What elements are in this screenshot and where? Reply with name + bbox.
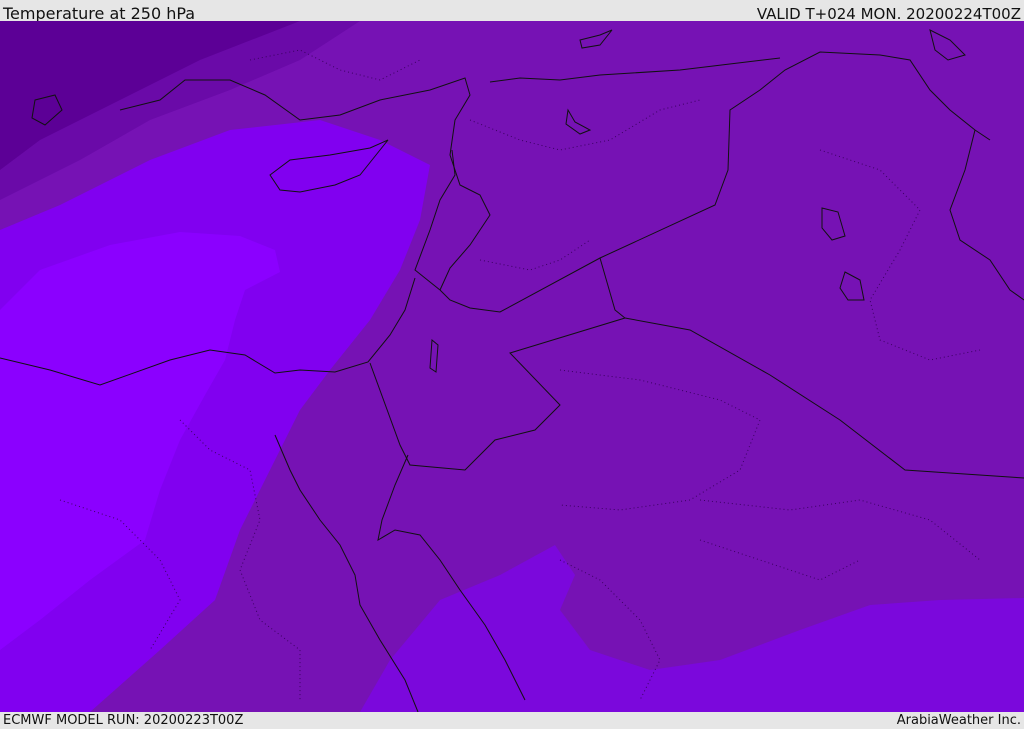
- footer-bar: ECMWF MODEL RUN: 20200223T00Z ArabiaWeat…: [0, 712, 1024, 729]
- credit: ArabiaWeather Inc.: [896, 713, 1021, 728]
- header-bar: Temperature at 250 hPa VALID T+024 MON. …: [0, 0, 1024, 23]
- temperature-map: [0, 21, 1024, 712]
- model-run: ECMWF MODEL RUN: 20200223T00Z: [3, 713, 244, 728]
